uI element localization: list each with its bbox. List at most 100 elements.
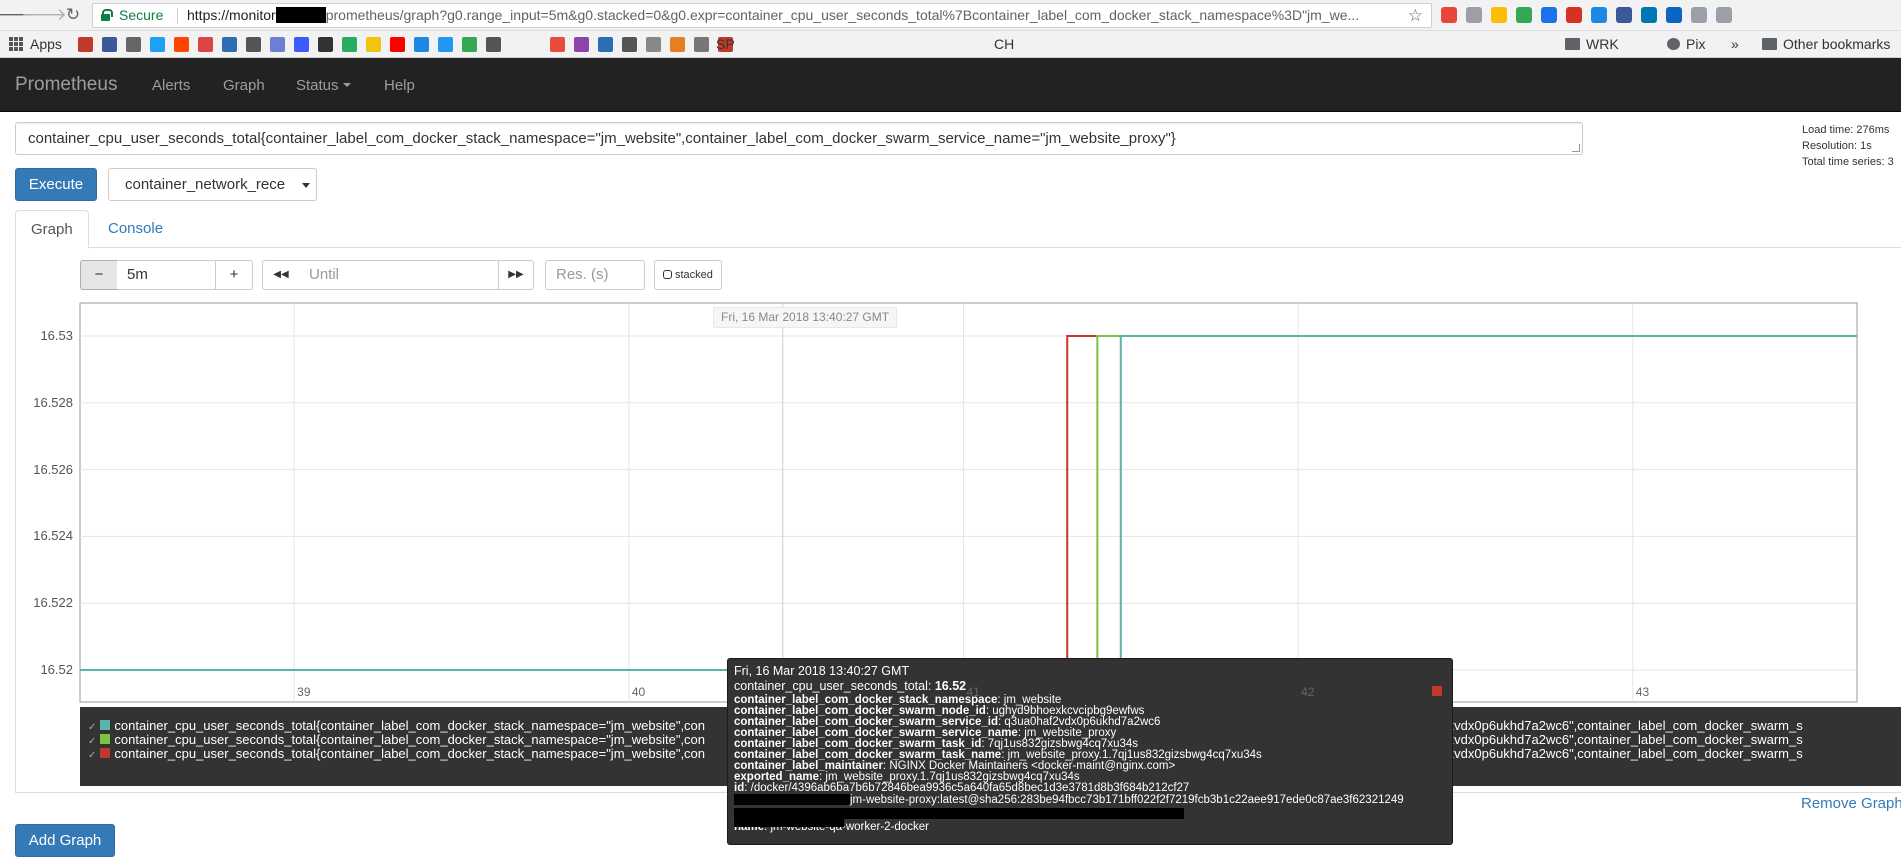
reload-icon[interactable]: ↻	[62, 4, 84, 26]
url-path: prometheus/graph?g0.range_input=5m&g0.st…	[325, 7, 1360, 23]
bookmark-favicon-icon[interactable]	[150, 37, 165, 52]
bookmark-favicon-icon[interactable]	[574, 37, 589, 52]
until-input[interactable]: Until	[299, 260, 499, 290]
series-color-swatch	[100, 720, 111, 730]
extension-icon[interactable]	[1491, 7, 1507, 23]
bookmark-favicon-icon[interactable]	[294, 37, 309, 52]
apps-shortcut[interactable]: Apps	[9, 36, 62, 52]
series-color-swatch	[1432, 686, 1442, 696]
bookmark-favicon-icon[interactable]	[390, 37, 405, 52]
extension-icon[interactable]	[1716, 7, 1732, 23]
time-back-button[interactable]: ◀◀	[262, 260, 300, 290]
redacted-block	[734, 817, 844, 827]
bookmark-favicon-icon[interactable]	[670, 37, 685, 52]
bookmark-sp[interactable]: SP	[716, 36, 735, 52]
metric-select[interactable]: container_network_rece	[108, 168, 317, 201]
bookmark-favicon-icon[interactable]	[414, 37, 429, 52]
bookmark-favicon-icon[interactable]	[198, 37, 213, 52]
extension-icon[interactable]	[1691, 7, 1707, 23]
bookmark-favicon-icon[interactable]	[246, 37, 261, 52]
tooltip-metric: container_cpu_user_seconds_total	[734, 679, 928, 693]
bookmark-pix-label: Pix	[1686, 36, 1706, 52]
graph-area[interactable]	[0, 300, 1901, 710]
stacked-label: stacked	[675, 269, 713, 281]
tooltip-label-line: id: /docker/4396ab6ba7b6b72846bea9936c5a…	[734, 782, 1190, 794]
bookmark-star-icon[interactable]: ☆	[1408, 4, 1423, 27]
bookmark-favicon-icon[interactable]	[102, 37, 117, 52]
bookmark-favicon-icon[interactable]	[550, 37, 565, 52]
bookmark-favicon-icon[interactable]	[486, 37, 501, 52]
query-stats: Load time: 276ms Resolution: 1s Total ti…	[1802, 122, 1894, 170]
resolution: Resolution: 1s	[1802, 140, 1872, 152]
bookmark-favicon-icon[interactable]	[126, 37, 141, 52]
extension-icon[interactable]	[1566, 7, 1582, 23]
stacked-toggle[interactable]: stacked	[654, 260, 722, 290]
range-increase-button[interactable]: +	[215, 260, 253, 290]
bookmark-favicon-icon[interactable]	[78, 37, 93, 52]
time-forward-button[interactable]: ▶▶	[498, 260, 534, 290]
extension-icon[interactable]	[1516, 7, 1532, 23]
url-host: https://monitor	[187, 7, 276, 23]
hover-tooltip: Fri, 16 Mar 2018 13:40:27 GMT container_…	[727, 658, 1453, 845]
brand-prometheus[interactable]: Prometheus	[15, 74, 117, 96]
bookmark-favicon-icon[interactable]	[366, 37, 381, 52]
bookmark-favicon-icon[interactable]	[598, 37, 613, 52]
extension-icon[interactable]	[1591, 7, 1607, 23]
bookmarks-overflow-chevron[interactable]: »	[1731, 36, 1739, 52]
bookmark-pix[interactable]: Pix	[1667, 36, 1705, 52]
bookmark-favicons	[78, 37, 733, 52]
bookmark-favicon-icon[interactable]	[622, 37, 637, 52]
resize-grip-icon[interactable]	[1572, 144, 1580, 152]
extension-icon[interactable]	[1616, 7, 1632, 23]
apps-grid-icon	[9, 37, 23, 51]
series-color-swatch	[100, 748, 111, 758]
nav-graph[interactable]: Graph	[223, 77, 265, 94]
expression-input[interactable]: container_cpu_user_seconds_total{contain…	[15, 122, 1583, 155]
address-separator	[177, 8, 178, 24]
nav-alerts[interactable]: Alerts	[152, 77, 190, 94]
tab-console[interactable]: Console	[93, 210, 178, 248]
nav-status-dropdown[interactable]: Status	[296, 77, 351, 94]
extension-icon[interactable]	[1666, 7, 1682, 23]
address-bar[interactable]: Secure https://monitor prometheus/graph?g…	[92, 3, 1432, 28]
bookmark-favicon-icon[interactable]	[270, 37, 285, 52]
remove-graph-link[interactable]: Remove Graph	[1801, 795, 1901, 812]
extension-icon[interactable]	[1641, 7, 1657, 23]
range-input[interactable]: 5m	[117, 260, 216, 290]
bookmark-favicon-icon[interactable]	[342, 37, 357, 52]
extension-icon[interactable]	[1541, 7, 1557, 23]
bookmark-favicon-icon[interactable]	[222, 37, 237, 52]
hover-time-label: Fri, 16 Mar 2018 13:40:27 GMT	[713, 307, 898, 328]
bookmark-favicon-icon[interactable]	[174, 37, 189, 52]
lock-icon	[101, 9, 113, 21]
load-time: Load time: 276ms	[1802, 124, 1890, 136]
tooltip-image-value: jm-website-proxy:latest@sha256:283be94fb…	[850, 794, 1404, 806]
nav-status-label: Status	[296, 77, 339, 94]
y-tick-label: 16.524	[33, 528, 73, 544]
bookmark-favicon-icon[interactable]	[438, 37, 453, 52]
bookmark-folder-wrk-label: WRK	[1586, 36, 1619, 52]
bookmark-folder-wrk[interactable]: WRK	[1565, 36, 1619, 52]
x-tick-label: 42	[1301, 685, 1315, 699]
other-bookmarks[interactable]: Other bookmarks	[1762, 36, 1890, 52]
bookmark-favicon-icon[interactable]	[694, 37, 709, 52]
bookmark-favicon-icon[interactable]	[646, 37, 661, 52]
bookmark-favicon-icon[interactable]	[318, 37, 333, 52]
tab-graph[interactable]: Graph	[15, 210, 89, 249]
range-decrease-button[interactable]: −	[80, 260, 118, 290]
bookmark-favicon-icon[interactable]	[462, 37, 477, 52]
back-arrow-icon[interactable]: 🡐	[0, 4, 34, 26]
execute-button[interactable]: Execute	[15, 168, 97, 201]
browser-toolbar: 🡐 🡒 ↻ Secure https://monitor prometheus/g…	[0, 0, 1901, 31]
add-graph-button[interactable]: Add Graph	[15, 824, 115, 857]
extension-icon[interactable]	[1441, 7, 1457, 23]
extensions-strip	[1441, 7, 1732, 23]
nav-help[interactable]: Help	[384, 77, 415, 94]
bookmark-ch[interactable]: CH	[994, 36, 1014, 52]
legend-series-label: container_cpu_user_seconds_total{contain…	[114, 746, 706, 761]
forward-arrow-icon[interactable]: 🡒	[21, 4, 67, 26]
resolution-input[interactable]: Res. (s)	[545, 260, 645, 290]
graph-tabs: Graph Console	[15, 210, 1901, 249]
folder-icon	[1762, 38, 1777, 50]
extension-icon[interactable]	[1466, 7, 1482, 23]
